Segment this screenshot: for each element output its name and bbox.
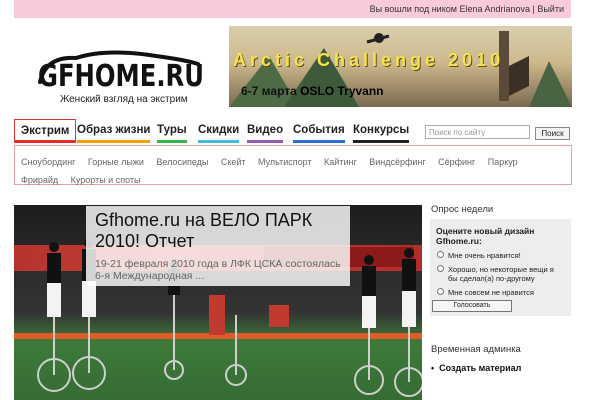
sub-nav: Сноубординг Горные лыжи Велосипеды Скейт… bbox=[14, 145, 572, 185]
ad-banner[interactable]: Arctic Challenge 2010 6-7 марта OSLO Try… bbox=[229, 26, 572, 107]
logo-icon: GFHOME.RU bbox=[38, 50, 204, 94]
subnav-item-freeride[interactable]: Фрирайд bbox=[21, 173, 58, 187]
poll-question: Оцените новый дизайн Gfhome.ru: bbox=[436, 226, 535, 246]
radio-button-icon[interactable] bbox=[437, 288, 444, 295]
subnav-item-bikes[interactable]: Велосипеды bbox=[156, 155, 208, 169]
subnav-item-resorts[interactable]: Курорты и споты bbox=[71, 173, 141, 187]
logo-text: GFHOME.RU bbox=[38, 59, 204, 94]
search-button[interactable]: Поиск bbox=[535, 127, 570, 140]
poll-option-2[interactable]: Хорошо, но некоторые вещи я бы сделал(а)… bbox=[436, 265, 565, 283]
nav-item-extreme[interactable]: Экстрим bbox=[14, 119, 77, 143]
feature-title[interactable]: Gfhome.ru на ВЕЛО ПАРК 2010! Отчет bbox=[95, 210, 341, 252]
radio-button-icon[interactable] bbox=[437, 265, 444, 272]
radio-button-icon[interactable] bbox=[437, 251, 444, 258]
user-status-bar: Вы вошли под ником Elena Andrianova | Вы… bbox=[14, 0, 571, 18]
search-input[interactable]: Поиск по сайту bbox=[425, 125, 530, 139]
subnav-item-multisport[interactable]: Мультиспорт bbox=[258, 155, 312, 169]
feature-excerpt: 19-21 февраля 2010 года в ЛФК ЦСКА состо… bbox=[95, 258, 341, 282]
nav-item-discounts[interactable]: Скидки bbox=[198, 119, 240, 143]
create-material-link[interactable]: Создать материал bbox=[431, 363, 521, 373]
nav-item-contests[interactable]: Конкурсы bbox=[353, 119, 410, 143]
nav-item-lifestyle[interactable]: Образ жизни bbox=[77, 119, 151, 143]
feature-caption[interactable]: Gfhome.ru на ВЕЛО ПАРК 2010! Отчет 19-21… bbox=[86, 206, 350, 286]
nav-item-events[interactable]: События bbox=[293, 119, 345, 143]
nav-item-video[interactable]: Видео bbox=[247, 119, 284, 143]
admin-heading: Временная админка bbox=[431, 344, 521, 355]
banner-date: 6-7 марта OSLO Tryvann bbox=[241, 84, 384, 98]
subnav-item-kiting[interactable]: Кайтинг bbox=[324, 155, 357, 169]
subnav-item-surfing[interactable]: Сёрфинг bbox=[438, 155, 475, 169]
poll-option-1[interactable]: Мне очень нравится! bbox=[436, 251, 565, 260]
login-status-text[interactable]: Вы вошли под ником Elena Andrianova | Вы… bbox=[370, 4, 564, 14]
poll-option-3[interactable]: Мне совсем не нравится bbox=[436, 288, 565, 297]
nav-item-tours[interactable]: Туры bbox=[157, 119, 187, 143]
subnav-item-snowboarding[interactable]: Сноубординг bbox=[21, 155, 75, 169]
page: Вы вошли под ником Elena Andrianova | Вы… bbox=[0, 0, 600, 400]
banner-title: Arctic Challenge 2010 bbox=[233, 50, 505, 70]
subnav-item-windsurfing[interactable]: Виндсёрфинг bbox=[369, 155, 425, 169]
logo-tagline: Женский взгляд на экстрим bbox=[60, 94, 188, 105]
site-logo[interactable]: GFHOME.RU Женский взгляд на экстрим bbox=[36, 48, 212, 110]
vote-button[interactable]: Голосовать bbox=[432, 300, 512, 312]
subnav-item-skate[interactable]: Скейт bbox=[221, 155, 246, 169]
subnav-item-parkour[interactable]: Паркур bbox=[488, 155, 518, 169]
poll-heading: Опрос недели bbox=[431, 204, 494, 215]
subnav-item-skiing[interactable]: Горные лыжи bbox=[88, 155, 144, 169]
